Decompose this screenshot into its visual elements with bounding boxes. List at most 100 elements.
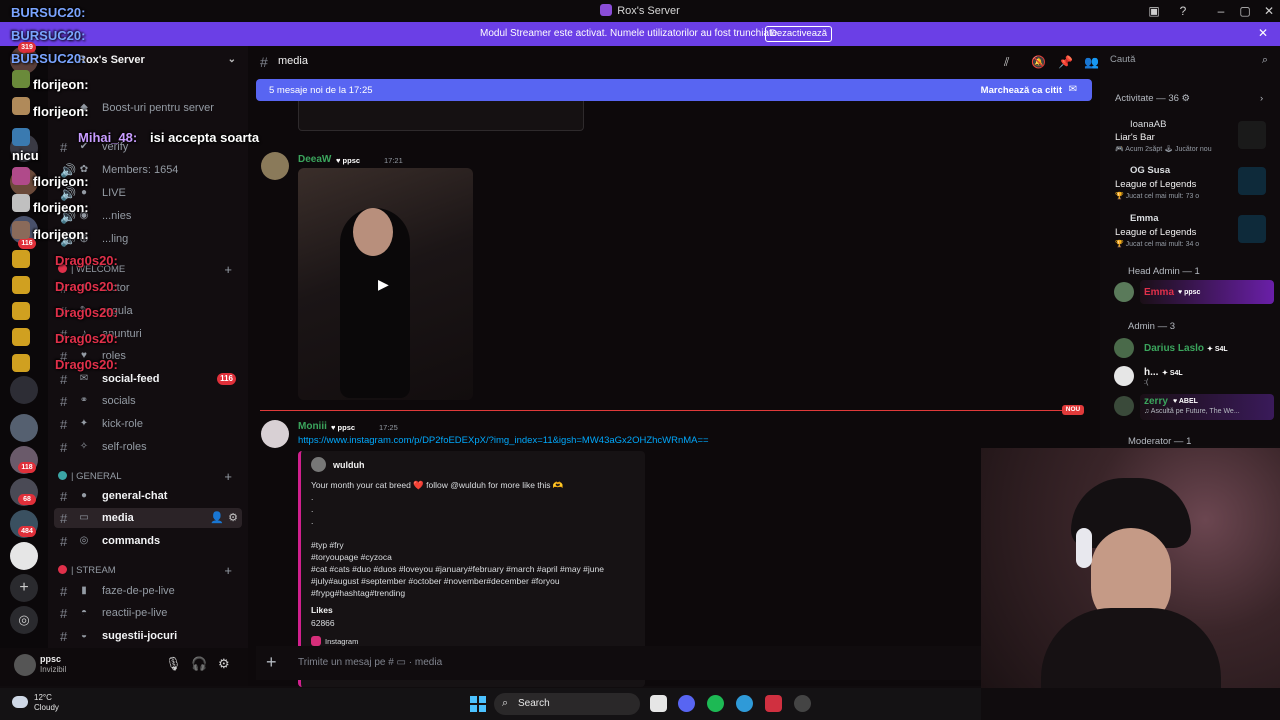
close-window-button[interactable]: ✕ <box>1261 3 1277 19</box>
member-sub: ♫ Ascultă pe Future, The We... <box>1144 408 1240 415</box>
embed-dot: . <box>311 504 314 514</box>
member-name[interactable]: Emma <box>1144 287 1174 298</box>
channel-kick-role[interactable]: # ✦ kick-role <box>54 414 242 434</box>
channel-media[interactable]: # ▭ media ⚙ 👤 <box>54 508 242 528</box>
attach-plus-icon[interactable]: + <box>266 652 277 673</box>
member-tag-label: S4L <box>1214 346 1228 353</box>
edge-icon[interactable] <box>736 695 753 712</box>
discover-icon[interactable]: ◎ <box>10 606 38 634</box>
hash-icon: # <box>60 629 68 644</box>
message-author[interactable]: DeeaW <box>298 154 331 165</box>
settings-gear-icon[interactable]: ⚙ <box>228 511 238 524</box>
composer-placeholder[interactable]: Trimite un mesaj pe # ▭ · media <box>298 657 442 668</box>
new-messages-bar[interactable]: 5 mesaje noi de la 17:25 Marchează ca ci… <box>256 79 1092 101</box>
channel-reactii-pe-live[interactable]: # ◓ reactii-pe-live <box>54 603 242 623</box>
channel-title: media <box>278 55 308 67</box>
activity-user[interactable]: IoanaAB <box>1130 119 1166 130</box>
overlay-avatar <box>12 70 30 88</box>
user-settings-gear-icon[interactable]: ⚙ <box>218 656 230 672</box>
member-name[interactable]: h... <box>1144 367 1158 378</box>
embed-field-name: Likes <box>311 605 333 615</box>
add-server-icon[interactable]: + <box>10 574 38 602</box>
add-channel-icon[interactable]: + <box>224 469 232 484</box>
threads-icon[interactable]: ⫽ <box>1004 55 1009 70</box>
avatar[interactable] <box>14 654 36 676</box>
notifications-muted-icon[interactable]: 🔕 <box>1031 55 1046 69</box>
message-author[interactable]: Moniii <box>298 421 327 432</box>
overlay-username: BURSUC20: <box>11 5 86 20</box>
taskbar-search[interactable]: ⌕ Search <box>494 693 640 715</box>
spotify-icon[interactable] <box>707 695 724 712</box>
avatar[interactable] <box>1114 366 1134 386</box>
weather-widget[interactable]: 12°C Cloudy <box>34 693 59 713</box>
activity-user[interactable]: OG Susa <box>1130 165 1170 176</box>
channel-self-roles[interactable]: # ✧ self-roles <box>54 437 242 457</box>
overlay-username: florijeon: <box>33 77 89 92</box>
channel-socials[interactable]: # ⚭ socials <box>54 391 242 411</box>
add-channel-icon[interactable]: + <box>224 563 232 578</box>
inbox-icon[interactable]: ▣ <box>1146 3 1162 19</box>
close-icon[interactable]: ✕ <box>1258 26 1268 40</box>
avatar[interactable] <box>1114 282 1134 302</box>
stream-chat-overlay: BURSUC20: BURSUC20: BURSUC20: florijeon:… <box>0 0 280 380</box>
search-input[interactable]: Caută ⌕ <box>1110 54 1270 72</box>
file-explorer-icon[interactable] <box>650 695 667 712</box>
avatar[interactable] <box>1114 396 1134 416</box>
microphone-icon[interactable]: 🎙 <box>165 656 182 672</box>
member-name[interactable]: Darius Laslo <box>1144 343 1204 354</box>
channel-commands[interactable]: # ◎ commands <box>54 531 242 551</box>
category-stream[interactable]: | STREAM + <box>58 563 240 579</box>
overlay-username: Drag0s20: <box>55 305 118 320</box>
invite-icon[interactable]: 👤 <box>210 511 224 524</box>
avatar[interactable] <box>1114 338 1134 358</box>
overlay-avatar <box>12 250 30 268</box>
disable-streamer-mode-button[interactable]: Dezactivează <box>765 26 832 42</box>
channel-general-chat[interactable]: # ● general-chat <box>54 486 242 506</box>
category-general[interactable]: | GENERAL + <box>58 469 240 485</box>
channel-header: # media ⫽ 🔕 📌 👥 <box>248 46 1100 78</box>
category-label: | GENERAL <box>71 471 122 482</box>
channel-emoji: ◎ <box>79 535 89 546</box>
channel-sugestii-jocuri[interactable]: # ◒ sugestii-jocuri <box>54 626 242 646</box>
message-composer[interactable]: + Trimite un mesaj pe # ▭ · media 🎁 <box>256 646 1092 680</box>
embed-author[interactable]: wulduh <box>333 460 365 470</box>
avatar[interactable] <box>261 420 289 448</box>
search-icon: ⌕ <box>1261 54 1268 66</box>
app-icon[interactable] <box>765 695 782 712</box>
embed-field-value: 62866 <box>311 618 335 628</box>
instagram-link[interactable]: https://www.instagram.com/p/DP2foEDEXpX/… <box>298 435 709 446</box>
video-attachment[interactable]: ▶ <box>298 168 473 400</box>
member-name[interactable]: zerry <box>1144 396 1168 407</box>
message-time: 17:25 <box>379 423 398 432</box>
overlay-avatar <box>12 276 30 294</box>
overlay-username: Drag0s20: <box>55 279 118 294</box>
chevron-right-icon[interactable]: › <box>1260 93 1263 104</box>
chat-area: # media ⫽ 🔕 📌 👥 5 mesaje noi de la 17:25… <box>248 46 1100 687</box>
channel-emoji: ● <box>80 490 88 501</box>
discord-icon[interactable] <box>678 695 695 712</box>
member-list-icon[interactable]: 👥 <box>1084 55 1099 69</box>
server-icon-5[interactable] <box>10 376 38 404</box>
avatar <box>311 457 326 472</box>
member-tag: ✦ S4L <box>1162 370 1183 377</box>
obs-icon[interactable] <box>794 695 811 712</box>
overlay-avatar <box>12 97 30 115</box>
pin-icon[interactable]: 📌 <box>1058 55 1073 69</box>
play-icon[interactable]: ▶ <box>378 276 389 293</box>
help-icon[interactable]: ? <box>1175 3 1191 19</box>
headphones-icon[interactable]: 🎧 <box>191 656 207 672</box>
overlay-username: Drag0s20: <box>55 357 118 372</box>
server-icon-10[interactable] <box>10 542 38 570</box>
minimize-button[interactable]: – <box>1213 3 1229 19</box>
overlay-avatar <box>12 128 30 146</box>
server-icon-6[interactable] <box>10 414 38 442</box>
windows-start-icon[interactable] <box>470 696 486 712</box>
channel-faze-de-pe-live[interactable]: # ▮ faze-de-pe-live <box>54 581 242 601</box>
mark-as-read-button[interactable]: Marchează ca citit <box>981 85 1062 96</box>
maximize-button[interactable]: ▢ <box>1237 3 1253 19</box>
start-tile <box>479 705 486 712</box>
new-label: NOU <box>1062 405 1084 415</box>
user-tag-label: ppsc <box>342 156 361 165</box>
activity-user[interactable]: Emma <box>1130 213 1159 224</box>
activity-header[interactable]: Activitate — 36 ⚙ <box>1115 93 1190 104</box>
